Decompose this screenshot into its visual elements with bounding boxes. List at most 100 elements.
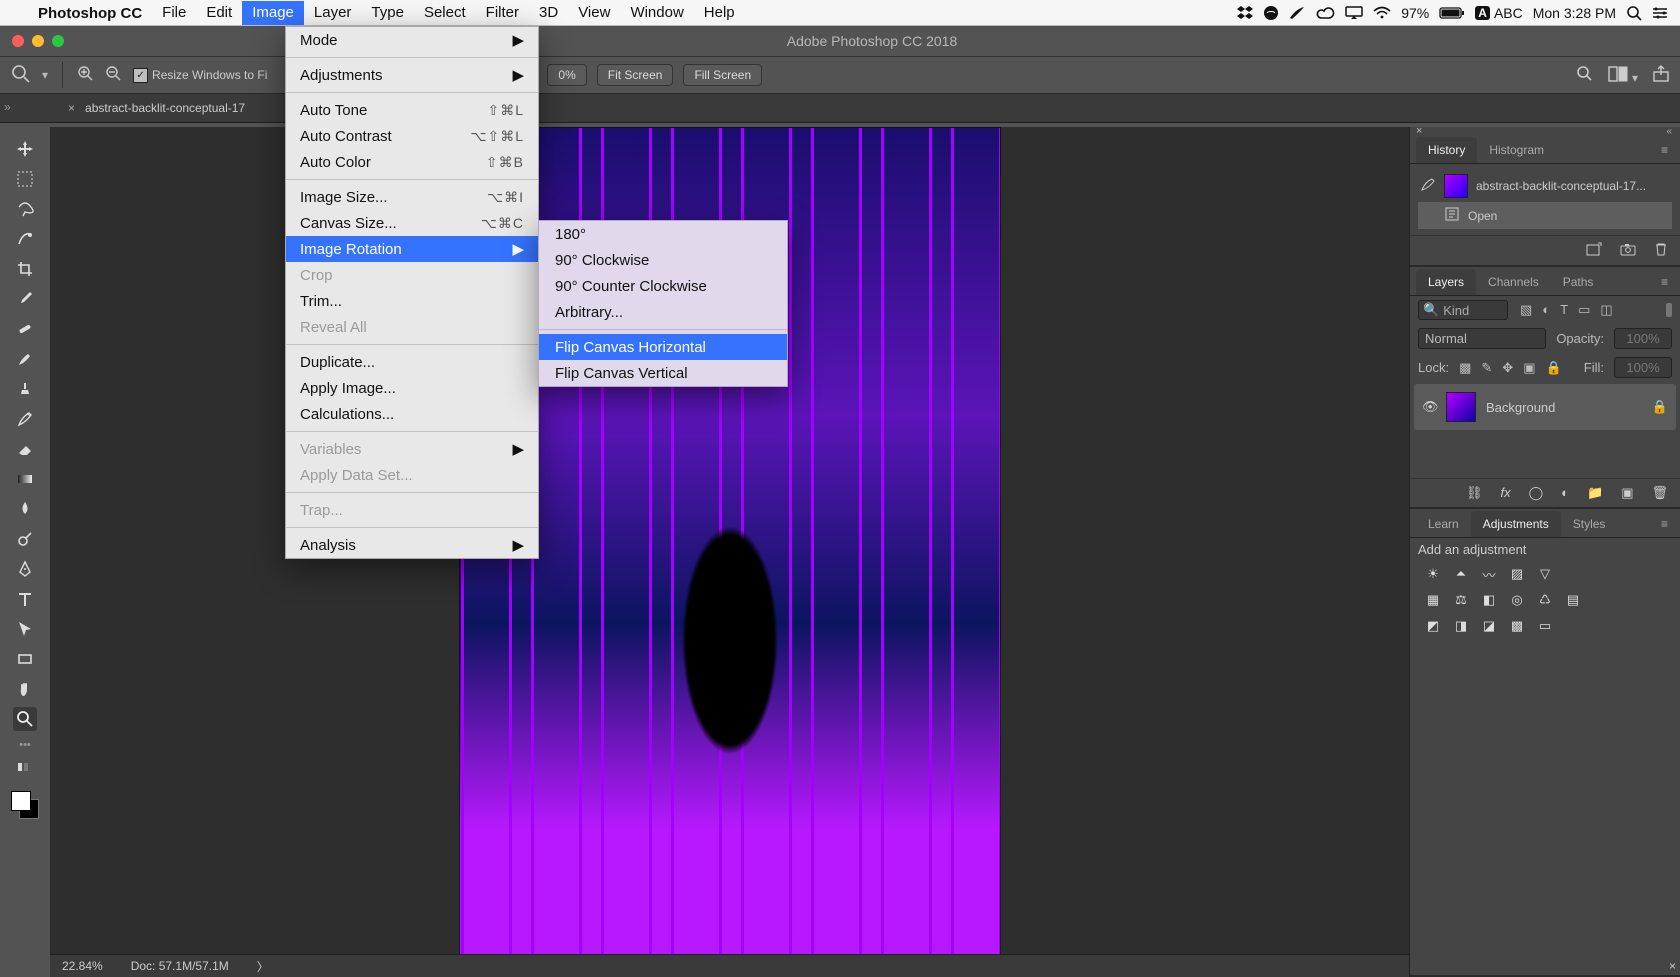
rectangle-tool-icon[interactable]: [13, 647, 37, 671]
layer-background[interactable]: 👁 Background 🔒: [1414, 384, 1676, 430]
layer-lock-icon[interactable]: 🔒: [1652, 399, 1668, 415]
snapshot-icon[interactable]: [1620, 242, 1636, 259]
tab-styles[interactable]: Styles: [1561, 511, 1618, 537]
new-layer-icon[interactable]: ▣: [1621, 485, 1633, 501]
panel-close-icon[interactable]: ×: [1669, 959, 1676, 973]
app-name[interactable]: Photoshop CC: [28, 5, 152, 22]
tab-adjustments[interactable]: Adjustments: [1471, 511, 1561, 537]
blur-tool-icon[interactable]: [13, 497, 37, 521]
lock-artboard-icon[interactable]: ▣: [1523, 360, 1535, 376]
mask-icon[interactable]: ◯: [1529, 485, 1544, 501]
lock-all-icon[interactable]: 🔒: [1545, 360, 1561, 376]
history-state-open[interactable]: Open: [1418, 202, 1672, 229]
layer-name[interactable]: Background: [1486, 400, 1642, 415]
toolbox-overflow-icon[interactable]: •••: [19, 741, 31, 749]
panel-expand-icon[interactable]: «: [1666, 126, 1672, 137]
fit-screen-button[interactable]: Fit Screen: [597, 64, 674, 86]
filter-smart-icon[interactable]: ◫: [1600, 302, 1612, 318]
eraser-tool-icon[interactable]: [13, 437, 37, 461]
zoom-tool[interactable]: [13, 707, 37, 731]
submenu-90-counter-clockwise[interactable]: 90° Counter Clockwise: [539, 273, 787, 299]
mac-menubar[interactable]: Photoshop CC File Edit Image Layer Type …: [0, 0, 1680, 26]
search-icon[interactable]: [1576, 65, 1594, 86]
airplay-icon[interactable]: [1345, 6, 1363, 20]
submenu-arbitrary[interactable]: Arbitrary...: [539, 299, 787, 325]
workspace-switcher-icon[interactable]: ▾: [1608, 66, 1638, 85]
hand-tool-icon[interactable]: [13, 677, 37, 701]
adj-mixer-icon[interactable]: ♺: [1536, 591, 1554, 609]
adj-vibrance-icon[interactable]: ▽: [1536, 565, 1554, 583]
menu-view[interactable]: View: [568, 1, 620, 25]
adj-threshold-icon[interactable]: ◪: [1480, 617, 1498, 635]
adj-invert-icon[interactable]: ◩: [1424, 617, 1442, 635]
adj-gradient-map-icon[interactable]: ▭: [1536, 617, 1554, 635]
zoom-out-icon[interactable]: [105, 65, 123, 86]
filter-type-icon[interactable]: T: [1560, 302, 1568, 318]
menu-canvas-size[interactable]: Canvas Size...⌥⌘C: [286, 210, 538, 236]
panel-menu-icon[interactable]: ≡: [1655, 137, 1674, 163]
filter-adjust-icon[interactable]: ◐: [1542, 302, 1550, 318]
menu-window[interactable]: Window: [620, 1, 693, 25]
crop-tool-icon[interactable]: [13, 257, 37, 281]
menu-edit[interactable]: Edit: [196, 1, 242, 25]
menu-select[interactable]: Select: [414, 1, 476, 25]
submenu-180[interactable]: 180°: [539, 221, 787, 247]
resize-windows-checkbox[interactable]: ✓Resize Windows to Fi: [133, 68, 267, 83]
tool-preset-chevron-icon[interactable]: ▾: [42, 68, 48, 82]
window-titlebar[interactable]: Adobe Photoshop CC 2018: [0, 26, 1680, 57]
history-source[interactable]: abstract-backlit-conceptual-17...: [1418, 170, 1672, 202]
layer-visibility-icon[interactable]: 👁: [1422, 399, 1436, 415]
tab-learn[interactable]: Learn: [1416, 511, 1471, 537]
path-select-tool-icon[interactable]: [13, 617, 37, 641]
lock-position-icon[interactable]: ✥: [1502, 360, 1513, 376]
adj-brightness-icon[interactable]: ☀: [1424, 565, 1442, 583]
filter-pixel-icon[interactable]: ▧: [1520, 302, 1532, 318]
zoom-in-icon[interactable]: [77, 65, 95, 86]
creative-cloud-icon[interactable]: [1315, 6, 1335, 20]
window-traffic-lights[interactable]: [0, 35, 64, 47]
quick-select-tool-icon[interactable]: [13, 227, 37, 251]
menu-layer[interactable]: Layer: [304, 1, 362, 25]
panel-menu-icon[interactable]: ≡: [1655, 511, 1674, 537]
wifi-icon[interactable]: [1373, 6, 1391, 20]
lasso-tool-icon[interactable]: [13, 197, 37, 221]
menu-file[interactable]: File: [152, 1, 196, 25]
fill-value[interactable]: 100%: [1614, 357, 1672, 378]
menu-image[interactable]: Image: [242, 1, 304, 25]
menu-adjustments[interactable]: Adjustments▶: [286, 62, 538, 88]
menu-image-rotation[interactable]: Image Rotation▶: [286, 236, 538, 262]
new-doc-from-state-icon[interactable]: [1586, 242, 1602, 259]
menu-help[interactable]: Help: [694, 1, 745, 25]
layer-filter-kind[interactable]: 🔍Kind: [1418, 300, 1508, 320]
history-brush-tool-icon[interactable]: [13, 407, 37, 431]
edit-toolbar-icon[interactable]: [13, 755, 37, 779]
marquee-tool-icon[interactable]: [13, 167, 37, 191]
adj-balance-icon[interactable]: ⚖: [1452, 591, 1470, 609]
filter-toggle[interactable]: [1666, 303, 1672, 317]
trash-icon[interactable]: 🗑: [1651, 485, 1668, 501]
panel-collapse-icon[interactable]: ×: [1416, 125, 1422, 137]
lock-image-icon[interactable]: ✎: [1481, 360, 1492, 376]
adj-selective-icon[interactable]: ▩: [1508, 617, 1526, 635]
adj-hue-icon[interactable]: ▦: [1424, 591, 1442, 609]
group-icon[interactable]: 📁: [1587, 485, 1603, 501]
window-close-button[interactable]: [12, 35, 24, 47]
type-tool-icon[interactable]: [13, 587, 37, 611]
opacity-value[interactable]: 100%: [1614, 328, 1672, 349]
status-doc[interactable]: Doc: 57.1M/57.1M: [131, 959, 229, 973]
color-swatches[interactable]: [11, 791, 39, 819]
image-dropdown-menu[interactable]: Mode▶Adjustments▶Auto Tone⇧⌘LAuto Contra…: [285, 26, 539, 559]
fx-icon[interactable]: fx: [1500, 485, 1510, 501]
spotlight-icon[interactable]: [1626, 5, 1642, 21]
adj-posterize-icon[interactable]: ◨: [1452, 617, 1470, 635]
tab-history[interactable]: History: [1416, 137, 1477, 163]
menu-trim[interactable]: Trim...: [286, 288, 538, 314]
adj-lookup-icon[interactable]: ▤: [1564, 591, 1582, 609]
image-rotation-submenu[interactable]: 180°90° Clockwise90° Counter ClockwiseAr…: [538, 220, 788, 387]
submenu-flip-canvas-horizontal[interactable]: Flip Canvas Horizontal: [539, 334, 787, 360]
adj-curves-icon[interactable]: 〰: [1480, 565, 1498, 583]
menu-auto-color[interactable]: Auto Color⇧⌘B: [286, 149, 538, 175]
submenu-flip-canvas-vertical[interactable]: Flip Canvas Vertical: [539, 360, 787, 386]
share-icon[interactable]: [1652, 65, 1670, 86]
adj-levels-icon[interactable]: ⏶: [1452, 565, 1470, 583]
